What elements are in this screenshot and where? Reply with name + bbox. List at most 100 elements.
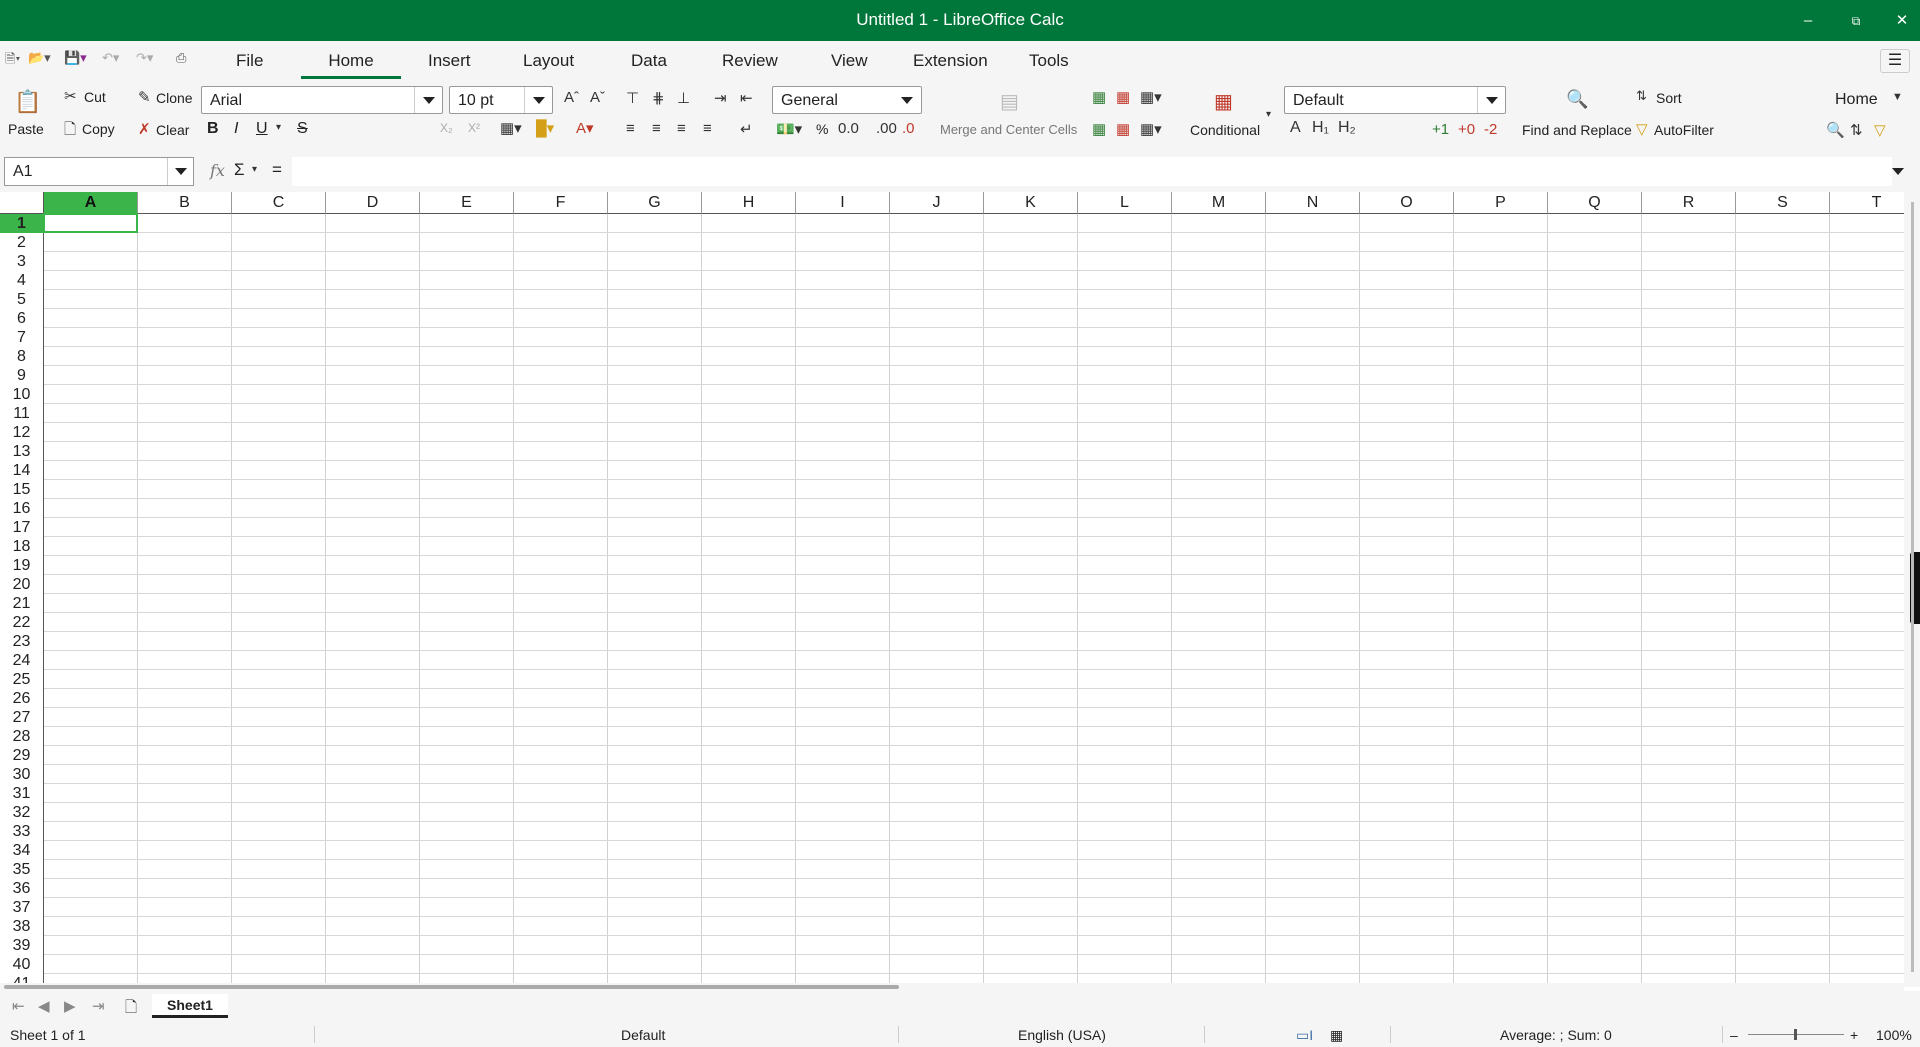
- language-status[interactable]: English (USA): [1018, 1027, 1106, 1043]
- close-icon[interactable]: ✕: [1890, 9, 1914, 33]
- row-header[interactable]: 37: [0, 898, 44, 917]
- conditional-format-icon[interactable]: ▦: [1214, 89, 1233, 114]
- delete-columns-icon[interactable]: ▦: [1116, 120, 1130, 138]
- delete-rows-icon[interactable]: ▦: [1116, 88, 1130, 106]
- indent-decrease-icon[interactable]: ⇤: [740, 89, 753, 107]
- chevron-down-icon[interactable]: [524, 87, 552, 113]
- row-header[interactable]: 39: [0, 936, 44, 955]
- chevron-down-icon[interactable]: [414, 87, 442, 113]
- add-decimal-icon[interactable]: .00: [876, 120, 897, 137]
- number-format-icon[interactable]: 0.0: [838, 120, 859, 137]
- clear-button[interactable]: Clear: [156, 122, 189, 138]
- open-icon[interactable]: 📂▾: [28, 50, 51, 70]
- tab-review[interactable]: Review: [722, 51, 778, 71]
- find-replace-button[interactable]: Find and Replace: [1522, 122, 1632, 138]
- tab-home[interactable]: Home: [301, 51, 401, 79]
- row-header[interactable]: 6: [0, 309, 44, 328]
- cut-button[interactable]: Cut: [84, 89, 106, 105]
- selection-mode-icon[interactable]: ▭I: [1296, 1027, 1313, 1044]
- columns-menu-icon[interactable]: ▦▾: [1140, 120, 1162, 138]
- clone-button[interactable]: Clone: [156, 90, 193, 106]
- column-header[interactable]: E: [420, 192, 514, 214]
- row-header[interactable]: 8: [0, 347, 44, 366]
- row-header[interactable]: 10: [0, 385, 44, 404]
- row-header[interactable]: 22: [0, 613, 44, 632]
- column-header[interactable]: B: [138, 192, 232, 214]
- row-header[interactable]: 11: [0, 404, 44, 423]
- undo-icon[interactable]: ↶▾: [102, 50, 119, 70]
- find-replace-icon[interactable]: 🔍: [1566, 89, 1588, 110]
- superscript-icon[interactable]: X²: [468, 121, 480, 135]
- tab-view[interactable]: View: [831, 51, 868, 71]
- autofilter-button[interactable]: AutoFilter: [1654, 122, 1714, 138]
- print-icon[interactable]: ⎙: [176, 50, 186, 70]
- zoom-in-icon[interactable]: +: [1850, 1027, 1858, 1043]
- row-header[interactable]: 34: [0, 841, 44, 860]
- justify-icon[interactable]: ≡: [703, 120, 712, 137]
- row-header[interactable]: 30: [0, 765, 44, 784]
- row-header[interactable]: 31: [0, 784, 44, 803]
- formula-equals-icon[interactable]: =: [272, 160, 282, 180]
- align-top-icon[interactable]: ⊤: [626, 89, 639, 107]
- column-header[interactable]: A: [44, 192, 138, 214]
- redo-icon[interactable]: ↷▾: [136, 50, 153, 70]
- row-header[interactable]: 17: [0, 518, 44, 537]
- column-header[interactable]: K: [984, 192, 1078, 214]
- style-minus2-button[interactable]: -2: [1484, 121, 1497, 138]
- subscript-icon[interactable]: X₂: [440, 121, 453, 135]
- row-header[interactable]: 19: [0, 556, 44, 575]
- row-header[interactable]: 4: [0, 271, 44, 290]
- paste-button[interactable]: Paste: [8, 121, 44, 137]
- insert-rows-icon[interactable]: ▦: [1092, 88, 1106, 106]
- row-header[interactable]: 18: [0, 537, 44, 556]
- minimize-icon[interactable]: –: [1796, 9, 1820, 33]
- row-header[interactable]: 23: [0, 632, 44, 651]
- filter-icon[interactable]: ▽: [1874, 121, 1886, 139]
- row-header[interactable]: 35: [0, 860, 44, 879]
- tab-tools[interactable]: Tools: [1029, 51, 1069, 71]
- find-icon[interactable]: 🔍: [1826, 121, 1845, 139]
- column-header[interactable]: J: [890, 192, 984, 214]
- chevron-down-icon[interactable]: ▾: [1266, 109, 1271, 120]
- sum-icon[interactable]: Σ: [234, 160, 245, 180]
- delete-decimal-icon[interactable]: .0: [902, 120, 915, 137]
- bold-button[interactable]: B: [207, 120, 219, 138]
- function-wizard-icon[interactable]: fx: [210, 161, 225, 180]
- clear-icon[interactable]: ✗: [138, 120, 151, 138]
- chevron-down-icon[interactable]: ▼: [1892, 91, 1903, 103]
- style-plus0-button[interactable]: +0: [1458, 121, 1475, 138]
- indent-increase-icon[interactable]: ⇥: [714, 89, 727, 107]
- tab-data[interactable]: Data: [631, 51, 667, 71]
- sort-ascending-icon[interactable]: ⇅: [1850, 121, 1863, 139]
- row-header[interactable]: 28: [0, 727, 44, 746]
- column-header[interactable]: Q: [1548, 192, 1642, 214]
- tab-extension[interactable]: Extension: [913, 51, 988, 71]
- percent-button[interactable]: %: [816, 121, 828, 137]
- column-header[interactable]: I: [796, 192, 890, 214]
- column-header[interactable]: L: [1078, 192, 1172, 214]
- row-header[interactable]: 16: [0, 499, 44, 518]
- add-sheet-icon[interactable]: 🗋: [125, 997, 137, 1022]
- align-center-icon[interactable]: ≡: [652, 120, 661, 137]
- row-header[interactable]: 12: [0, 423, 44, 442]
- align-right-icon[interactable]: ≡: [677, 120, 686, 137]
- rows-menu-icon[interactable]: ▦▾: [1140, 88, 1162, 106]
- cut-icon[interactable]: ✂: [64, 87, 77, 105]
- column-header[interactable]: T: [1830, 192, 1904, 214]
- new-icon[interactable]: 🗎▾: [5, 50, 20, 70]
- paste-icon[interactable]: 📋: [14, 89, 41, 115]
- row-header[interactable]: 13: [0, 442, 44, 461]
- tab-layout[interactable]: Layout: [523, 51, 574, 71]
- chevron-down-icon[interactable]: [167, 158, 193, 185]
- sort-button[interactable]: Sort: [1656, 90, 1682, 106]
- cell-cursor[interactable]: [43, 213, 138, 233]
- shrink-font-icon[interactable]: Aˇ: [590, 89, 605, 106]
- underline-button[interactable]: U: [256, 120, 268, 138]
- clone-icon[interactable]: ✎: [138, 88, 151, 106]
- column-header[interactable]: D: [326, 192, 420, 214]
- column-header[interactable]: P: [1454, 192, 1548, 214]
- hamburger-menu-icon[interactable]: ☰: [1880, 49, 1910, 73]
- wrap-text-icon[interactable]: ↵: [740, 120, 753, 138]
- row-header[interactable]: 7: [0, 328, 44, 347]
- last-sheet-icon[interactable]: ⇥: [92, 997, 105, 1015]
